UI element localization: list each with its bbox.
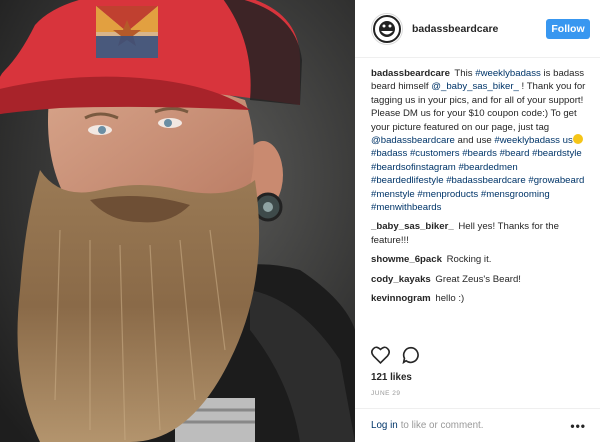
- comment-text: Great Zeus's Beard!: [435, 273, 521, 285]
- comment-username[interactable]: _baby_sas_biker_: [371, 221, 454, 232]
- emoji-icon: [572, 134, 583, 145]
- post-date: JUNE 29: [371, 390, 401, 397]
- caption: badassbeardcare This #weeklybadass is ba…: [371, 67, 590, 214]
- hashtag-link[interactable]: #weeklybadass: [494, 135, 560, 146]
- badass-beard-care-logo-icon: [373, 14, 401, 43]
- caption-text-5: us: [559, 135, 573, 147]
- username-link[interactable]: badassbeardcare: [412, 23, 546, 35]
- avatar[interactable]: [371, 12, 403, 45]
- like-count[interactable]: 121 likes: [371, 372, 412, 383]
- hashtag-link[interactable]: #growabeard: [528, 175, 584, 186]
- login-prompt-text: to like or comment.: [400, 420, 484, 431]
- caption-text-4: and use: [454, 135, 495, 147]
- hashtag-link[interactable]: #menproducts: [417, 189, 478, 200]
- caption-text-1: This: [451, 68, 476, 79]
- more-options-icon[interactable]: •••: [570, 419, 586, 433]
- comment-item: kevinnogram hello :): [371, 292, 590, 305]
- comment-username[interactable]: cody_kayaks: [371, 274, 431, 285]
- login-link[interactable]: Log in: [371, 420, 398, 431]
- comments-list: badassbeardcare This #weeklybadass is ba…: [355, 58, 600, 334]
- hashtag-link[interactable]: #beardedlifestyle: [371, 175, 444, 186]
- hashtag-link[interactable]: #beardstyle: [532, 148, 582, 159]
- post-photo[interactable]: [0, 0, 355, 442]
- post-actions: [371, 346, 420, 369]
- hashtag-link[interactable]: #badassbeardcare: [446, 175, 525, 186]
- post-header: badassbeardcare Follow: [355, 0, 600, 58]
- hashtag-link[interactable]: #mensgrooming: [481, 189, 550, 200]
- comment-item: _baby_sas_biker_ Hell yes! Thanks for th…: [371, 220, 590, 247]
- bearded-man-photo: [0, 0, 355, 442]
- hashtag-list: #badass #customers #beards #beard #beard…: [371, 148, 584, 213]
- comment-text: Rocking it.: [446, 254, 492, 266]
- follow-button[interactable]: Follow: [546, 18, 590, 39]
- mention-link[interactable]: @badassbeardcare: [371, 135, 455, 146]
- hashtag-link[interactable]: #beard: [500, 148, 530, 159]
- hashtag-link[interactable]: #beardsofinstagram: [371, 162, 456, 173]
- comment-item: showme_6pack Rocking it.: [371, 253, 590, 266]
- comment-bubble-icon[interactable]: [402, 346, 420, 369]
- caption-username[interactable]: badassbeardcare: [371, 68, 450, 79]
- post-details-panel: badassbeardcare Follow badassbeardcare T…: [355, 0, 600, 442]
- comment-username[interactable]: kevinnogram: [371, 293, 431, 304]
- hashtag-link[interactable]: #customers: [410, 148, 460, 159]
- hashtag-link[interactable]: #menwithbeards: [371, 202, 441, 213]
- comment-item: cody_kayaks Great Zeus's Beard!: [371, 273, 590, 286]
- hashtag-link[interactable]: #weeklybadass: [475, 68, 541, 79]
- comment-username[interactable]: showme_6pack: [371, 254, 442, 265]
- hashtag-link[interactable]: #beards: [462, 148, 497, 159]
- heart-outline-icon[interactable]: [371, 346, 390, 369]
- post-footer: Log in to like or comment. •••: [355, 408, 600, 442]
- comment-text: hello :): [435, 293, 465, 305]
- hashtag-link[interactable]: #beardedmen: [458, 162, 517, 173]
- hashtag-link[interactable]: #badass: [371, 148, 407, 159]
- mention-link[interactable]: @_baby_sas_biker_: [431, 81, 519, 92]
- hashtag-link[interactable]: #menstyle: [371, 189, 415, 200]
